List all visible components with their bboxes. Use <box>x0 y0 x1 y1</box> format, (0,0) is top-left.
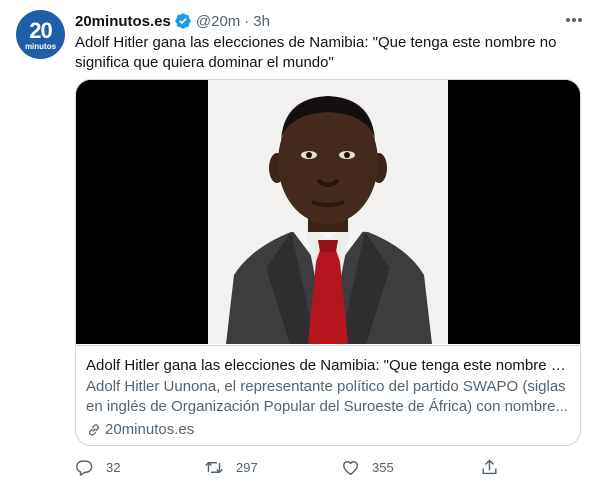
header-separator: · <box>244 12 250 30</box>
tweet[interactable]: 20 minutos 20minutos.es @20m · 3h Adolf … <box>0 0 598 487</box>
avatar[interactable]: 20 minutos <box>16 10 65 59</box>
retweet-icon <box>205 461 223 473</box>
card-domain[interactable]: 20minutos.es <box>86 420 194 440</box>
like-count: 355 <box>372 459 394 475</box>
reply-icon <box>76 459 93 476</box>
author-name[interactable]: 20minutos.es <box>75 13 171 30</box>
share-icon <box>482 459 497 474</box>
card-body[interactable]: Adolf Hitler gana las elecciones de Nami… <box>76 345 580 445</box>
tweet-header: 20minutos.es @20m · 3h <box>75 11 270 31</box>
verified-badge-icon <box>174 12 192 30</box>
share-button[interactable] <box>480 456 499 478</box>
avatar-logo-number: 20 <box>29 18 53 43</box>
link-card[interactable]: Adolf Hitler gana las elecciones de Nami… <box>75 79 581 446</box>
retweet-count: 297 <box>236 459 258 475</box>
card-image[interactable] <box>76 80 580 344</box>
card-domain-text: 20minutos.es <box>105 421 195 438</box>
tweet-time[interactable]: 3h <box>253 13 270 30</box>
link-icon <box>89 424 99 436</box>
tweet-actions: 32 297 355 <box>75 456 575 478</box>
reply-button[interactable]: 32 <box>75 456 120 478</box>
tweet-text: Adolf Hitler gana las elecciones de Nami… <box>75 34 557 71</box>
like-icon <box>343 460 358 475</box>
author-handle[interactable]: @20m <box>196 13 240 30</box>
more-icon[interactable] <box>562 10 586 30</box>
card-description: Adolf Hitler Uunona, el representante po… <box>86 378 568 415</box>
retweet-button[interactable]: 297 <box>204 456 258 478</box>
card-title[interactable]: Adolf Hitler gana las elecciones de Nami… <box>86 356 570 376</box>
like-button[interactable]: 355 <box>341 456 394 478</box>
reply-count: 32 <box>106 459 121 475</box>
avatar-logo-word: minutos <box>24 42 57 51</box>
